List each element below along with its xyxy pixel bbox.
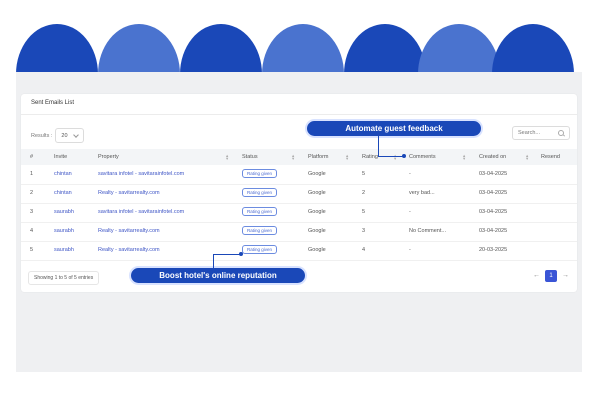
column-header-status[interactable]: Status: [242, 154, 258, 160]
property-link[interactable]: Realty - savitarrealty.com: [98, 190, 160, 196]
arrow-left-icon[interactable]: ←: [533, 270, 540, 282]
page-1-button[interactable]: 1: [545, 270, 557, 282]
search-box[interactable]: [512, 126, 570, 140]
column-header-resend: Resend: [541, 154, 560, 160]
rating: 2: [362, 190, 366, 196]
status-badge: Rating given: [242, 245, 278, 254]
platform: Google: [308, 190, 326, 196]
sort-icon[interactable]: ▴▾: [394, 153, 396, 161]
callout-connector: [378, 136, 379, 156]
table-row: 5 saurabh Realty - savitarrealty.com Rat…: [21, 241, 577, 261]
results-value: 20: [61, 132, 68, 139]
invite-name[interactable]: chintan: [54, 171, 72, 177]
column-header-property[interactable]: Property: [98, 154, 119, 160]
status-badge: Rating given: [242, 207, 278, 216]
row-number: 1: [30, 171, 34, 177]
chevron-down-icon: [72, 131, 79, 138]
rating: 5: [362, 209, 366, 215]
created-on: 03-04-2025: [479, 209, 508, 215]
invite-name[interactable]: saurabh: [54, 247, 74, 253]
status-badge: Rating given: [242, 169, 278, 178]
callout-automate-feedback: Automate guest feedback: [307, 121, 481, 136]
pagination: ← 1 →: [533, 270, 569, 282]
created-on: 03-04-2025: [479, 171, 508, 177]
column-header-rating[interactable]: Rating: [362, 154, 378, 160]
divider: [21, 114, 577, 115]
sort-icon[interactable]: ▴▾: [292, 153, 294, 161]
search-input[interactable]: [518, 130, 560, 136]
callout-connector: [378, 156, 404, 157]
results-control: Results : 20: [31, 128, 84, 143]
row-number: 2: [30, 190, 34, 196]
row-number: 3: [30, 209, 34, 215]
sort-icon[interactable]: ▴▾: [346, 153, 348, 161]
column-header-platform[interactable]: Platform: [308, 154, 328, 160]
callout-boost-reputation: Boost hotel's online reputation: [131, 268, 305, 283]
invite-name[interactable]: saurabh: [54, 209, 74, 215]
created-on: 03-04-2025: [479, 190, 508, 196]
callout-connector: [213, 254, 214, 268]
search-icon: [558, 130, 564, 136]
column-header-created-on[interactable]: Created on: [479, 154, 506, 160]
sent-emails-card: Sent Emails List Results : 20 # Invite P…: [21, 94, 577, 292]
property-link[interactable]: Realty - savitarrealty.com: [98, 228, 160, 234]
rating: 4: [362, 247, 366, 253]
invite-name[interactable]: chintan: [54, 190, 72, 196]
row-number: 5: [30, 247, 34, 253]
callout-connector: [213, 254, 241, 255]
sort-icon[interactable]: ▴▾: [463, 153, 465, 161]
platform: Google: [308, 247, 326, 253]
created-on: 20-03-2025: [479, 247, 508, 253]
entries-info: Showing 1 to 5 of 5 entries: [28, 271, 100, 285]
callout-dot: [239, 252, 243, 256]
status-badge: Rating given: [242, 188, 278, 197]
comments: -: [409, 209, 411, 215]
sort-icon[interactable]: ▴▾: [526, 153, 528, 161]
platform: Google: [308, 228, 326, 234]
comments: very bad...: [409, 190, 435, 196]
results-per-page-select[interactable]: 20: [55, 128, 84, 143]
property-link[interactable]: savitara infotel - savitarainfotel.com: [98, 171, 184, 177]
table-row: 3 saurabh savitara infotel - savitarainf…: [21, 203, 577, 223]
comments: No Comment...: [409, 228, 446, 234]
results-label: Results :: [31, 132, 53, 139]
property-link[interactable]: Realty - savitarrealty.com: [98, 247, 160, 253]
card-title: Sent Emails List: [31, 100, 75, 106]
decorative-scallop-header: [0, 0, 600, 80]
sort-icon[interactable]: ▴▾: [226, 153, 228, 161]
row-number: 4: [30, 228, 34, 234]
created-on: 03-04-2025: [479, 228, 508, 234]
arrow-right-icon[interactable]: →: [562, 270, 569, 282]
property-link[interactable]: savitara infotel - savitarainfotel.com: [98, 209, 184, 215]
table-row: 2 chintan Realty - savitarrealty.com Rat…: [21, 184, 577, 204]
column-header-number: #: [30, 154, 34, 160]
callout-dot: [402, 154, 406, 158]
table-row: 1 chintan savitara infotel - savitarainf…: [21, 165, 577, 185]
rating: 3: [362, 228, 366, 234]
status-badge: Rating given: [242, 226, 278, 235]
column-header-invite[interactable]: Invite: [54, 154, 67, 160]
invite-name[interactable]: saurabh: [54, 228, 74, 234]
comments: -: [409, 247, 411, 253]
platform: Google: [308, 209, 326, 215]
rating: 5: [362, 171, 366, 177]
table-header: # Invite Property ▴ ▾ Status ▴ ▾ Platform …: [21, 149, 577, 165]
table-row: 4 saurabh Realty - savitarrealty.com Rat…: [21, 222, 577, 242]
platform: Google: [308, 171, 326, 177]
comments: -: [409, 171, 411, 177]
column-header-comments[interactable]: Comments: [409, 154, 436, 160]
